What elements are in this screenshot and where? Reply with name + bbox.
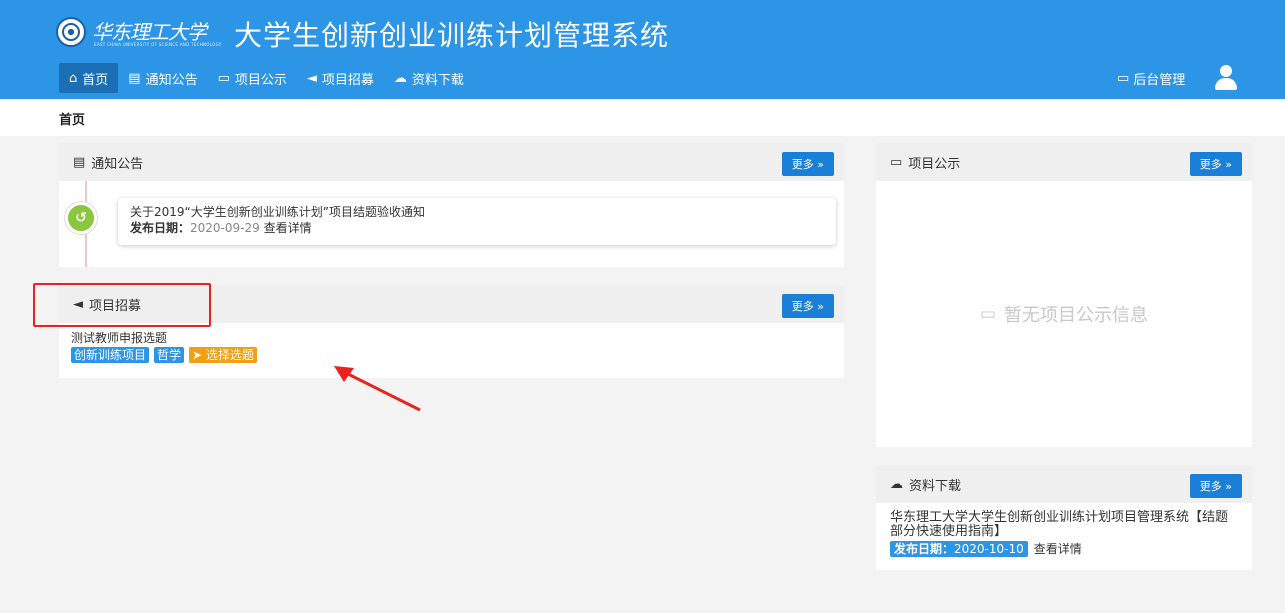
recruit-item: 测试教师申报选题 创新训练项目 哲学 ➤ 选择选题 — [59, 323, 844, 371]
timeline-dot-icon: ↺ — [65, 202, 97, 234]
publicity-empty-state: ▭ 暂无项目公示信息 — [876, 181, 1252, 447]
notice-item-title[interactable]: 关于2019“大学生创新创业训练计划”项目结题验收通知 — [130, 204, 824, 220]
cloud-download-icon: ☁ — [890, 476, 903, 492]
select-topic-label: 选择选题 — [205, 348, 254, 362]
home-icon: ⌂ — [69, 70, 78, 86]
download-panel-header: ☁ 资料下载 更多 » — [876, 465, 1252, 503]
download-date-label: 发布日期： — [894, 541, 955, 556]
publicity-panel: ▭ 项目公示 更多 » ▭ 暂无项目公示信息 — [876, 143, 1252, 447]
notice-date: 2020-09-29 — [190, 221, 260, 235]
nav-publicity-label: 项目公示 — [234, 72, 287, 88]
nav-notices[interactable]: ▤ 通知公告 — [118, 63, 207, 93]
nav-publicity[interactable]: ▭ 项目公示 — [208, 63, 297, 93]
download-detail-link[interactable]: 查看详情 — [1034, 540, 1082, 557]
nav-home-label: 首页 — [82, 72, 109, 88]
download-item-title[interactable]: 华东理工大学大学生创新创业训练计划项目管理系统【结题部分快速使用指南】 — [890, 511, 1238, 539]
recruit-more-button[interactable]: 更多 » — [781, 294, 834, 318]
download-date-badge: 发布日期：2020-10-10 — [890, 540, 1028, 557]
download-more-button[interactable]: 更多 » — [1189, 474, 1242, 498]
recruit-item-title[interactable]: 测试教师申报选题 — [71, 331, 832, 346]
select-topic-button[interactable]: ➤ 选择选题 — [189, 347, 257, 363]
university-seal-icon — [56, 17, 86, 47]
document-icon: ▤ — [73, 154, 86, 170]
send-icon: ➤ — [192, 348, 206, 362]
download-panel-title: 资料下载 — [909, 478, 962, 494]
download-date: 2020-10-10 — [954, 541, 1024, 556]
breadcrumb-current: 首页 — [59, 113, 86, 128]
publicity-empty-text: 暂无项目公示信息 — [1004, 305, 1149, 326]
notice-panel-title: 通知公告 — [91, 156, 144, 172]
breadcrumb: 首页 — [0, 99, 1285, 136]
notice-detail-link[interactable]: 查看详情 — [264, 221, 312, 235]
nav-downloads-label: 资料下载 — [411, 72, 464, 88]
download-panel: ☁ 资料下载 更多 » 华东理工大学大学生创新创业训练计划项目管理系统【结题部分… — [876, 465, 1252, 570]
notice-date-label: 发布日期： — [130, 221, 191, 235]
notice-panel: ▤ 通知公告 更多 » ↺ 关于2019“大学生创新创业训练计划”项目结题验收通… — [59, 143, 844, 267]
download-item-meta: 发布日期：2020-10-10 查看详情 — [890, 540, 1238, 557]
main-nav: ⌂ 首页 ▤ 通知公告 ▭ 项目公示 ◄ 项目招募 ☁ 资料下载 — [59, 63, 474, 93]
comment-icon: ▭ — [979, 304, 997, 324]
publicity-more-button[interactable]: 更多 » — [1189, 152, 1242, 176]
notice-panel-header: ▤ 通知公告 更多 » — [59, 143, 844, 181]
tag-project-type: 创新训练项目 — [71, 347, 150, 363]
nav-notices-label: 通知公告 — [145, 72, 198, 88]
nav-downloads[interactable]: ☁ 资料下载 — [384, 63, 474, 93]
school-subtitle: EAST CHINA UNIVERSITY OF SCIENCE AND TEC… — [94, 42, 222, 47]
publicity-panel-title: 项目公示 — [908, 156, 961, 172]
annotation-highlight-box — [33, 283, 211, 327]
notice-more-button[interactable]: 更多 » — [781, 152, 834, 176]
notice-item-meta: 发布日期：2020-09-29 查看详情 — [130, 220, 824, 236]
cloud-download-icon: ☁ — [393, 70, 407, 86]
admin-label: 后台管理 — [1133, 72, 1186, 88]
comment-icon: ▭ — [890, 154, 903, 170]
recruit-tags: 创新训练项目 哲学 ➤ 选择选题 — [71, 347, 832, 363]
annotation-arrow-icon — [334, 366, 421, 412]
notice-item[interactable]: 关于2019“大学生创新创业训练计划”项目结题验收通知 发布日期：2020-09… — [118, 198, 836, 245]
nav-recruit[interactable]: ◄ 项目招募 — [297, 63, 384, 93]
tag-discipline: 哲学 — [154, 347, 185, 363]
school-name: 华东理工大学 — [92, 20, 207, 44]
user-icon[interactable] — [1212, 65, 1240, 91]
nav-recruit-label: 项目招募 — [321, 72, 374, 88]
megaphone-icon: ◄ — [306, 70, 317, 86]
publicity-panel-header: ▭ 项目公示 更多 » — [876, 143, 1252, 181]
header: 华东理工大学 EAST CHINA UNIVERSITY OF SCIENCE … — [0, 0, 1285, 99]
monitor-icon: ▭ — [1117, 70, 1130, 86]
comment-icon: ▭ — [217, 70, 230, 86]
download-item: 华东理工大学大学生创新创业训练计划项目管理系统【结题部分快速使用指南】 发布日期… — [876, 503, 1252, 565]
system-title: 大学生创新创业训练计划管理系统 — [234, 19, 670, 52]
document-icon: ▤ — [128, 70, 141, 86]
admin-link[interactable]: ▭ 后台管理 — [1117, 63, 1185, 93]
nav-home[interactable]: ⌂ 首页 — [59, 63, 119, 93]
